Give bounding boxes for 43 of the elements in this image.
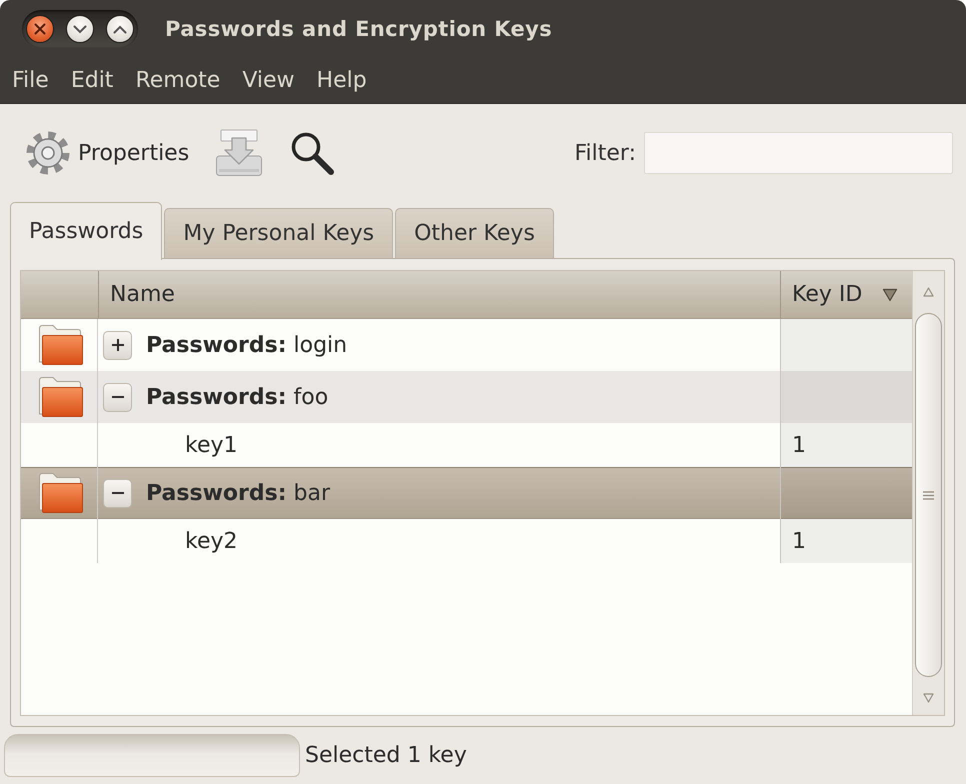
- menu-item[interactable]: Help: [306, 64, 378, 97]
- gear-icon: [26, 131, 70, 175]
- filter-field[interactable]: [644, 132, 953, 174]
- tree-row[interactable]: Passwords: foo: [21, 371, 912, 423]
- menu-item[interactable]: View: [231, 64, 306, 97]
- folder-icon: [38, 324, 84, 366]
- chevron-up-icon: [113, 24, 127, 34]
- tab[interactable]: Other Keys: [395, 208, 554, 258]
- expander-button[interactable]: [103, 330, 132, 360]
- minimize-button[interactable]: [66, 15, 94, 43]
- menu-item[interactable]: Edit: [60, 64, 124, 97]
- sort-arrow-icon: [882, 288, 898, 302]
- close-icon: [34, 23, 46, 35]
- chevron-down-icon: [73, 24, 87, 34]
- folder-icon: [38, 376, 84, 418]
- scrollbar-thumb[interactable]: [915, 313, 942, 677]
- properties-button[interactable]: Properties: [22, 127, 194, 179]
- tab[interactable]: My Personal Keys: [164, 208, 394, 258]
- plus-icon: [110, 338, 124, 352]
- tray-arrow-icon: [215, 129, 264, 177]
- folder-icon: [38, 472, 84, 514]
- expander-button[interactable]: [103, 478, 132, 508]
- window-title: Passwords and Encryption Keys: [165, 17, 552, 41]
- expander-button[interactable]: [103, 382, 132, 412]
- status-text: Selected 1 key: [305, 743, 467, 768]
- row-label: Passwords: login: [146, 332, 348, 358]
- key-id-cell: 1: [780, 423, 912, 467]
- key-id-cell: 1: [780, 519, 912, 563]
- maximize-button[interactable]: [106, 15, 134, 43]
- row-label: key2: [185, 528, 238, 554]
- search-icon: [289, 130, 336, 176]
- scrollbar[interactable]: [912, 271, 944, 715]
- grip-icon: [923, 490, 934, 500]
- close-button[interactable]: [26, 15, 54, 43]
- tab[interactable]: Passwords: [10, 202, 162, 260]
- filter-label: Filter:: [574, 140, 636, 166]
- row-label: Passwords: bar: [146, 480, 330, 506]
- menu-item[interactable]: Remote: [124, 64, 232, 97]
- row-label: Passwords: foo: [146, 384, 328, 410]
- column-header[interactable]: Name: [98, 271, 780, 318]
- menu-item[interactable]: File: [1, 64, 60, 97]
- row-label: key1: [185, 432, 238, 458]
- tree-row[interactable]: Passwords: bar: [21, 467, 912, 519]
